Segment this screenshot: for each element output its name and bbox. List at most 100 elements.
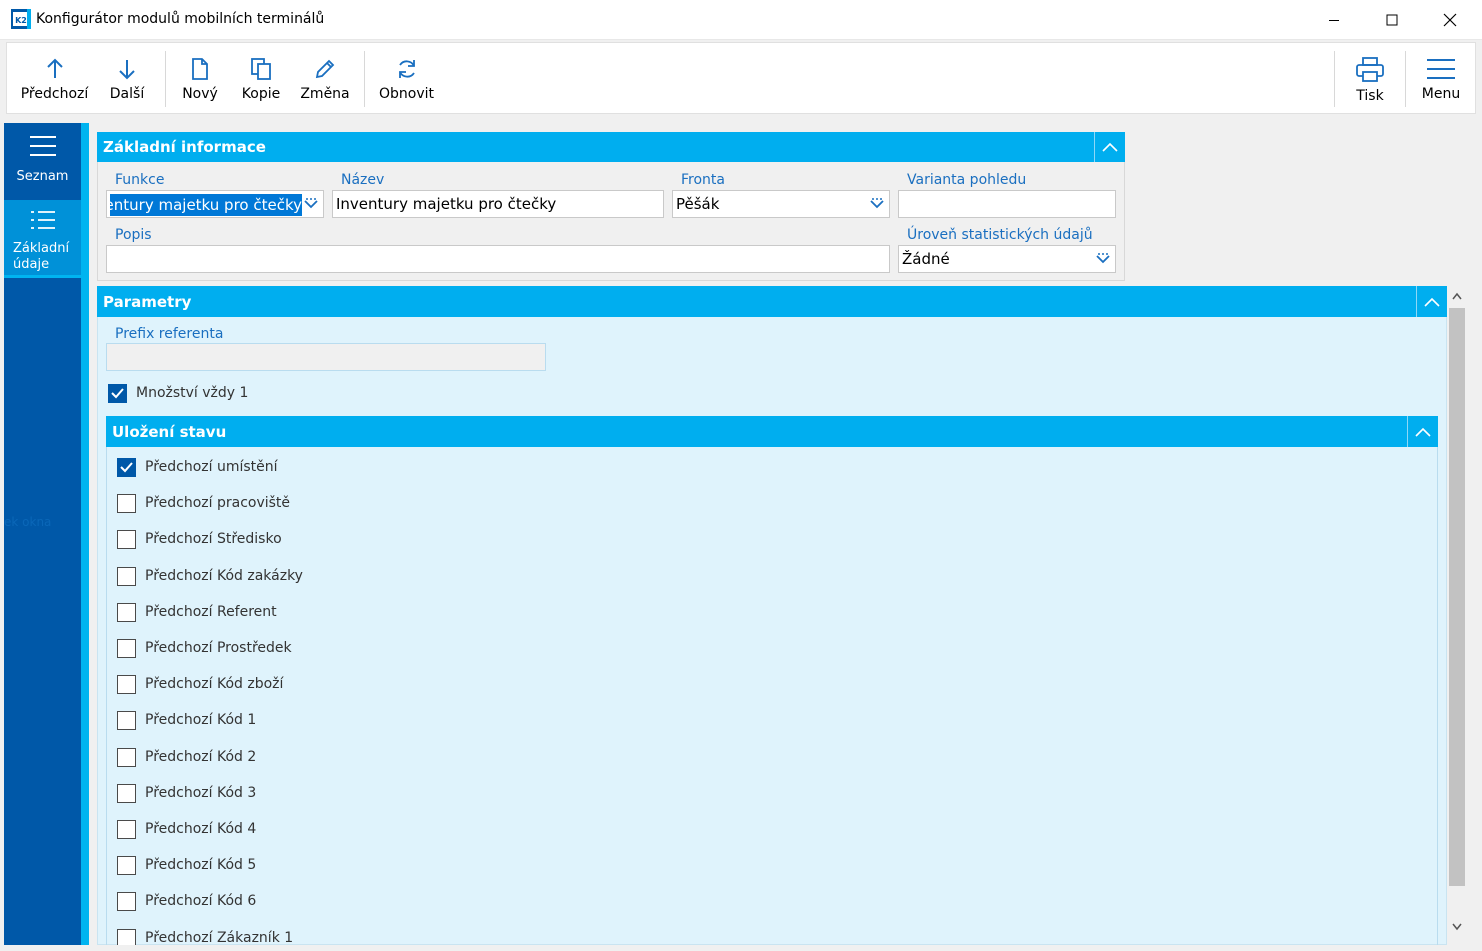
new-document-icon: [192, 58, 208, 80]
minimize-button[interactable]: [1305, 0, 1363, 39]
state-checkbox-label: Předchozí Kód 6: [145, 893, 257, 910]
chevron-up-icon: [1424, 297, 1440, 307]
list-item[interactable]: Předchozí Kód 6: [107, 892, 707, 914]
list-item[interactable]: Předchozí Kód 5: [107, 856, 707, 878]
state-checkbox[interactable]: [117, 675, 136, 695]
previous-button[interactable]: Předchozí: [17, 43, 92, 113]
state-checkbox[interactable]: [117, 458, 136, 477]
prefix-label: Prefix referenta: [115, 326, 224, 342]
print-label: Tisk: [1356, 88, 1384, 104]
state-checkbox-label: Předchozí Kód 1: [145, 712, 257, 729]
chevron-up-icon: [1415, 427, 1431, 437]
edit-button[interactable]: Změna: [299, 43, 351, 113]
scrollbar-thumb[interactable]: [1449, 308, 1465, 886]
state-checkbox[interactable]: [117, 494, 136, 514]
funkce-label: Funkce: [115, 172, 165, 188]
arrow-up-icon: [46, 58, 63, 78]
list-item[interactable]: Předchozí umístění: [107, 458, 707, 480]
printer-icon: [1356, 57, 1384, 82]
list-item[interactable]: Předchozí Prostředek: [107, 639, 707, 661]
funkce-value: Inventury majetku pro čtečky: [110, 194, 302, 216]
minimize-icon: [1329, 19, 1339, 21]
state-checkbox[interactable]: [117, 783, 136, 803]
new-button[interactable]: Nový: [175, 43, 225, 113]
edit-label: Změna: [300, 86, 350, 102]
state-checkbox[interactable]: [117, 892, 136, 912]
state-checkbox-label: Předchozí Středisko: [145, 531, 282, 548]
refresh-button[interactable]: Obnovit: [374, 43, 439, 113]
scroll-down-arrow-icon[interactable]: [1452, 923, 1462, 931]
list-item[interactable]: Předchozí Kód zboží: [107, 675, 707, 697]
nav-accent-strip: [81, 123, 89, 945]
mnozstvi-checkbox[interactable]: [108, 384, 127, 403]
state-checkbox-label: Předchozí Kód 5: [145, 857, 257, 874]
pencil-icon: [315, 59, 335, 79]
state-checkbox[interactable]: [117, 928, 136, 945]
varianta-label: Varianta pohledu: [907, 172, 1027, 188]
list-menu-icon: [29, 136, 56, 156]
fronta-select[interactable]: Pěšák: [672, 190, 890, 218]
state-checkbox[interactable]: [117, 820, 136, 839]
prefix-input[interactable]: [106, 343, 546, 371]
scroll-up-arrow-icon[interactable]: [1452, 292, 1462, 300]
varianta-input[interactable]: [898, 190, 1116, 218]
state-checkbox-label: Předchozí Kód 4: [145, 821, 257, 837]
state-checkbox-label: Předchozí Kód zboží: [145, 676, 284, 693]
fronta-value: Pěšák: [676, 195, 720, 213]
copy-icon: [251, 58, 271, 80]
state-checkbox[interactable]: [117, 856, 136, 876]
vertical-scrollbar[interactable]: [1447, 286, 1467, 945]
state-checkbox-label: Předchozí Kód zakázky: [145, 567, 303, 584]
dropdown-chevron-icon: [304, 198, 318, 209]
window-title: Konfigurátor modulů mobilních terminálů: [36, 11, 325, 27]
next-button[interactable]: Další: [102, 43, 152, 113]
state-checkbox[interactable]: [117, 602, 136, 622]
checkmark-icon: [120, 462, 133, 473]
copy-button[interactable]: Kopie: [236, 43, 286, 113]
refresh-icon: [398, 60, 415, 78]
state-header: Uložení stavu: [106, 416, 1438, 447]
checkmark-icon: [111, 388, 124, 399]
state-collapse-button[interactable]: [1407, 416, 1438, 447]
basic-info-title: Základní informace: [103, 138, 266, 156]
state-checkbox[interactable]: [117, 566, 136, 586]
refresh-label: Obnovit: [378, 86, 434, 102]
params-collapse-button[interactable]: [1416, 286, 1447, 317]
state-checkbox[interactable]: [117, 747, 136, 767]
list-item[interactable]: Předchozí Kód 4: [107, 820, 707, 842]
params-title: Parametry: [103, 292, 192, 311]
close-button[interactable]: [1421, 0, 1479, 39]
state-checkbox[interactable]: [117, 711, 136, 731]
nazev-input[interactable]: Inventury majetku pro čtečky: [332, 190, 664, 218]
state-checkbox-label: Předchozí umístění: [145, 459, 278, 475]
list-item[interactable]: Předchozí Středisko: [107, 530, 707, 552]
list-item[interactable]: Předchozí Kód 1: [107, 711, 707, 733]
list-item[interactable]: Předchozí Kód zakázky: [107, 566, 707, 589]
nav-item-list[interactable]: Seznam: [4, 123, 81, 199]
nav-item-basic-data[interactable]: Základní údaje: [4, 200, 81, 278]
menu-button[interactable]: Menu: [1415, 43, 1467, 113]
uroven-select[interactable]: Žádné: [898, 245, 1116, 273]
copy-label: Kopie: [241, 86, 281, 102]
basic-info-collapse-button[interactable]: [1094, 132, 1125, 162]
state-list: Předchozí umístění Předchozí pracoviště Př…: [106, 447, 1438, 945]
nav-hidden-text: ek okna: [4, 515, 52, 529]
list-item[interactable]: Předchozí pracoviště: [107, 494, 707, 516]
dropdown-chevron-icon: [1096, 253, 1110, 264]
mnozstvi-label: Množství vždy 1: [136, 385, 249, 401]
state-checkbox[interactable]: [117, 639, 136, 658]
print-button[interactable]: Tisk: [1345, 43, 1395, 113]
list-item[interactable]: Předchozí Zákazník 1: [107, 928, 707, 945]
state-checkbox-label: Předchozí pracoviště: [145, 495, 291, 512]
popis-input[interactable]: [106, 245, 890, 273]
list-item[interactable]: Předchozí Kód 2: [107, 747, 707, 770]
funkce-select[interactable]: Inventury majetku pro čtečky: [106, 190, 324, 218]
detail-list-icon: [31, 211, 55, 229]
maximize-button[interactable]: [1363, 0, 1421, 39]
list-item[interactable]: Předchozí Referent: [107, 602, 707, 625]
state-checkbox[interactable]: [117, 530, 136, 550]
menu-label: Menu: [1421, 86, 1461, 102]
basic-info-header: Základní informace: [97, 132, 1125, 162]
list-item[interactable]: Předchozí Kód 3: [107, 783, 707, 806]
state-checkbox-label: Předchozí Kód 3: [145, 784, 257, 801]
